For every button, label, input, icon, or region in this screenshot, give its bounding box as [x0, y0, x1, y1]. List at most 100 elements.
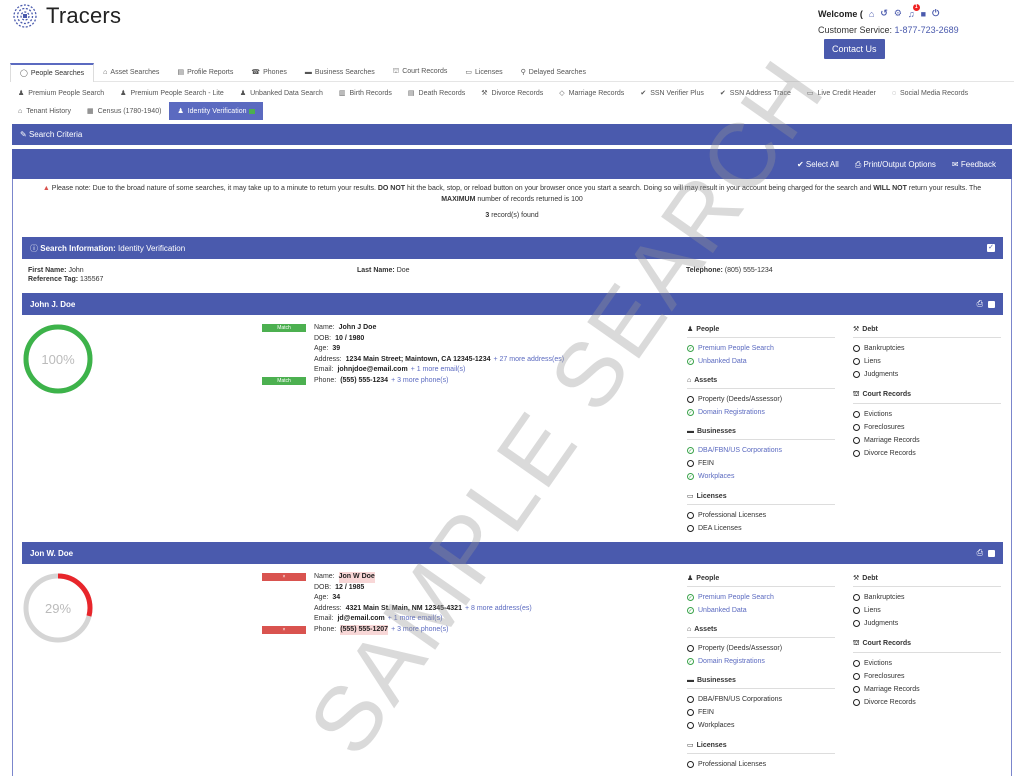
- settings-icon[interactable]: ⚙: [894, 8, 902, 19]
- category-item[interactable]: ✓ Domain Registrations: [687, 406, 835, 419]
- subtab-birth-records[interactable]: ▥ Birth Records: [331, 84, 400, 102]
- print-options-button[interactable]: ⎙ Print/Output Options: [855, 160, 936, 170]
- subtab-label: Census (1780-1940): [97, 107, 162, 115]
- tab-delayed-searches[interactable]: ⚲ Delayed Searches: [512, 64, 595, 81]
- category-item[interactable]: ✓ Domain Registrations: [687, 655, 835, 668]
- subtab-premium-people-search-lite[interactable]: ♟ Premium People Search - Lite: [112, 84, 232, 102]
- email-label: Email:: [314, 366, 334, 373]
- check-icon: ✔: [640, 90, 647, 97]
- feedback-button[interactable]: ✉ Feedback: [952, 160, 996, 170]
- subtab-divorce-records[interactable]: ⚒ Divorce Records: [473, 84, 551, 102]
- more-addresses-link[interactable]: + 27 more address(es): [493, 355, 564, 366]
- person-name[interactable]: Jon W. Doe: [30, 549, 73, 558]
- select-checkbox[interactable]: [988, 300, 995, 308]
- subtab-identity-verification[interactable]: ♟ Identity Verification: [169, 102, 264, 120]
- match-score-text: 29%: [44, 600, 72, 616]
- empty-circle-icon: [687, 512, 694, 519]
- category-item-label: Unbanked Data: [698, 358, 747, 365]
- tab-phones[interactable]: ☎ Phones: [242, 64, 295, 81]
- category-item[interactable]: ✓ Premium People Search: [687, 342, 835, 355]
- subtab-label: Marriage Records: [568, 89, 625, 97]
- category-item-label: Foreclosures: [864, 424, 905, 431]
- home-icon[interactable]: ⌂: [869, 9, 874, 19]
- edit-icon: ✎: [20, 130, 27, 139]
- actions-bar: ✔ Select All ⎙ Print/Output Options ✉ Fe…: [12, 149, 1012, 179]
- category-item-label: Divorce Records: [864, 699, 916, 706]
- id-card-icon: ▭: [465, 69, 472, 76]
- power-icon[interactable]: ⏻: [932, 8, 939, 19]
- subtab-social-media-records[interactable]: ◌ Social Media Records: [884, 84, 976, 102]
- tab-business-searches[interactable]: ▬ Business Searches: [296, 65, 384, 81]
- customer-service-phone[interactable]: 1-877-723-2689: [895, 25, 959, 35]
- checked-checkbox[interactable]: ✓: [987, 244, 995, 252]
- info-icon: ⓘ: [30, 243, 41, 253]
- subtab-ssn-verifier-plus[interactable]: ✔ SSN Verifier Plus: [632, 84, 712, 102]
- last-name-label: Last Name:: [357, 267, 395, 274]
- gavel-icon: ⚒: [481, 90, 488, 97]
- category-item-label: Property (Deeds/Assessor): [698, 396, 783, 403]
- subtab-ssn-address-trace[interactable]: ✔ SSN Address Trace: [712, 84, 799, 102]
- subtab-unbanked-data-search[interactable]: ♟ Unbanked Data Search: [232, 84, 331, 102]
- print-icon[interactable]: ⎙: [977, 548, 983, 558]
- category-item[interactable]: ✓ Workplaces: [687, 470, 835, 483]
- credit-card-icon: ▭: [806, 90, 814, 97]
- phone-value: (555) 555-1207: [340, 624, 389, 635]
- category-item-label: Marriage Records: [864, 686, 920, 693]
- tab-court-records[interactable]: ⛫ Court Records: [384, 63, 457, 81]
- more-emails-link[interactable]: + 1 more email(s): [411, 365, 466, 376]
- history-icon[interactable]: ↺: [880, 8, 888, 19]
- bell-icon[interactable]: ♫ 1: [908, 3, 920, 19]
- courthouse-icon: ⛫: [392, 68, 400, 75]
- empty-circle-icon: [853, 345, 860, 352]
- subtab-marriage-records[interactable]: ◇ Marriage Records: [551, 84, 632, 102]
- records-count: 3: [485, 212, 490, 219]
- ref-tag-label: Reference Tag:: [28, 276, 79, 283]
- more-phones-link[interactable]: + 3 more phone(s): [391, 625, 448, 636]
- tab-label: Asset Searches: [110, 69, 160, 76]
- dob-label: DOB:: [314, 583, 332, 591]
- category-item[interactable]: ✓ DBA/FBN/US Corporations: [687, 444, 835, 457]
- subtab-label: Premium People Search - Lite: [130, 89, 224, 97]
- category-item[interactable]: ✓ Unbanked Data: [687, 604, 835, 617]
- person-name[interactable]: John J. Doe: [30, 300, 75, 309]
- contact-us-button[interactable]: Contact Us: [824, 39, 885, 59]
- more-phones-link[interactable]: + 3 more phone(s): [391, 376, 448, 387]
- category-item-label: Divorce Records: [864, 450, 916, 457]
- category-item[interactable]: ✓ Unbanked Data: [687, 355, 835, 368]
- category-heading: Businesses: [697, 677, 736, 684]
- diamond-icon: ◇: [559, 90, 565, 97]
- more-addresses-link[interactable]: + 8 more address(es): [465, 604, 532, 615]
- subtab-premium-people-search[interactable]: ♟ Premium People Search: [10, 84, 112, 102]
- empty-circle-icon: [687, 761, 694, 768]
- tab-asset-searches[interactable]: ⌂ Asset Searches: [94, 65, 168, 81]
- category-item: Judgments: [853, 368, 1001, 381]
- category-item: Bankruptcies: [853, 591, 1001, 604]
- subtab-census-1780-1940-[interactable]: ▦ Census (1780-1940): [79, 102, 169, 120]
- category-item[interactable]: ✓ Premium People Search: [687, 591, 835, 604]
- tab-licenses[interactable]: ▭ Licenses: [456, 64, 511, 81]
- phone-match-badge: Match: [262, 376, 306, 385]
- category-item-label: Judgments: [864, 371, 899, 378]
- subtab-live-credit-header[interactable]: ▭ Live Credit Header: [799, 84, 884, 102]
- account-area: Welcome ( ⌂ ↺ ⚙ ♫ 1 ■ ⏻ Customer Service:…: [818, 3, 1018, 59]
- logo[interactable]: Tracers: [12, 3, 121, 29]
- file-icon: ▤: [407, 90, 415, 97]
- email-value: jd@email.com: [337, 615, 385, 622]
- subtab-death-records[interactable]: ▤ Death Records: [400, 84, 473, 102]
- check-icon: ✔: [719, 90, 726, 97]
- age-label: Age:: [314, 345, 329, 352]
- print-icon[interactable]: ⎙: [977, 299, 983, 309]
- category-licenses: ▭ Licenses Professional Licenses: [687, 741, 835, 771]
- category-businesses: ▬ Businesses ✓ DBA/FBN/US Corporations FEIN ✓…: [687, 428, 835, 483]
- lock-icon[interactable]: ■: [921, 9, 926, 19]
- tab-people-searches[interactable]: ◯ People Searches: [10, 63, 95, 82]
- tab-profile-reports[interactable]: ▤ Profile Reports: [168, 64, 242, 81]
- subtab-tenant-history[interactable]: ⌂ Tenant History: [10, 102, 79, 120]
- empty-circle-icon: [687, 525, 694, 532]
- more-emails-link[interactable]: + 1 more email(s): [388, 614, 443, 625]
- select-checkbox[interactable]: [988, 549, 995, 557]
- select-all-button[interactable]: ✔ Select All: [797, 160, 839, 170]
- category-court: ⛫ Court Records Evictions Foreclosures Marri…: [853, 390, 1001, 460]
- notice-text: Please note: Due to the broad nature of …: [51, 185, 376, 192]
- search-criteria-bar[interactable]: ✎ Search Criteria: [12, 124, 1012, 145]
